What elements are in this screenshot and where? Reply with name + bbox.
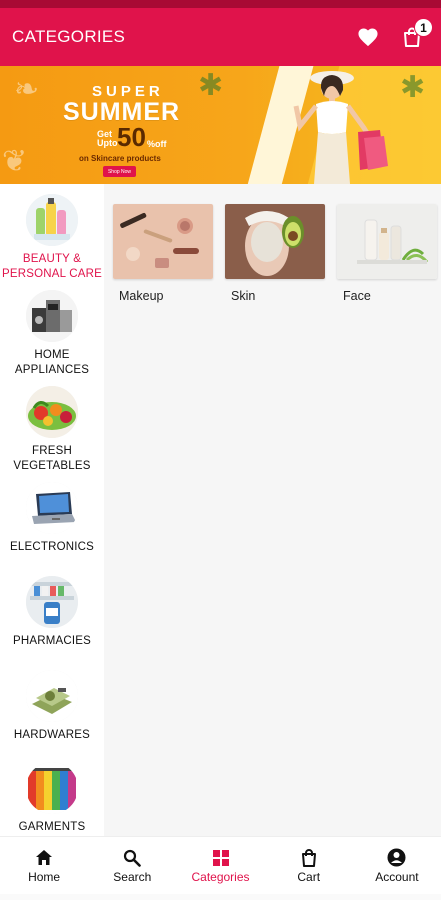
subcategory-label: Face xyxy=(343,289,371,303)
category-label: HOME APPLIANCES xyxy=(14,349,90,376)
system-gesture-area xyxy=(0,894,441,900)
category-item-hardwares[interactable]: HARDWARES xyxy=(0,670,104,743)
banner-get-text: Get Upto xyxy=(97,130,118,148)
hardware-icon xyxy=(26,670,78,722)
face-image xyxy=(337,204,437,279)
laptop-icon xyxy=(26,482,78,534)
cart-icon xyxy=(298,848,320,868)
category-item-beauty[interactable]: BEAUTY & PERSONAL CARE xyxy=(0,194,104,282)
leaf-decoration-icon: ❧ xyxy=(14,73,40,106)
category-sidebar: BEAUTY & PERSONAL CARE HOME APPLIANCES F… xyxy=(0,184,104,836)
bottom-navigation: Home Search Categories Cart Account xyxy=(0,836,441,894)
makeup-image xyxy=(113,204,213,279)
category-label: PHARMACIES xyxy=(12,635,92,647)
category-label: BEAUTY & PERSONAL CARE xyxy=(2,253,102,280)
promo-banner[interactable]: ❧ ❦ ✱ ✱ SUPER SUMMER Get Upto 50 %off on… xyxy=(0,66,441,184)
category-label: HARDWARES xyxy=(13,729,91,741)
leaf-decoration-icon: ❦ xyxy=(2,145,28,178)
home-icon xyxy=(33,848,55,868)
subcategory-skin[interactable]: Skin xyxy=(225,204,325,303)
status-bar-strip xyxy=(0,0,441,8)
garments-icon xyxy=(26,762,78,814)
heart-icon xyxy=(358,28,378,47)
category-item-fresh-vegetables[interactable]: FRESH VEGETABLES xyxy=(0,386,104,474)
banner-skincare-text: on Skincare products xyxy=(79,154,161,163)
nav-label: Categories xyxy=(191,869,250,884)
home-appliances-icon xyxy=(26,290,78,342)
page-title: CATEGORIES xyxy=(12,27,126,46)
pharmacy-icon xyxy=(26,576,78,628)
category-label: ELECTRONICS xyxy=(10,541,94,553)
category-item-home-appliances[interactable]: HOME APPLIANCES xyxy=(0,290,104,378)
nav-search[interactable]: Search xyxy=(88,837,176,894)
nav-categories[interactable]: Categories xyxy=(176,837,264,894)
beauty-products-icon xyxy=(26,194,78,246)
subcategory-panel: Makeup Skin Face xyxy=(104,184,441,836)
palm-leaf-icon: ✱ xyxy=(400,71,426,104)
search-icon xyxy=(121,848,143,868)
banner-off-text: %off xyxy=(147,139,167,149)
nav-label: Account xyxy=(375,869,419,884)
category-label: FRESH VEGETABLES xyxy=(13,445,91,472)
category-item-electronics[interactable]: ELECTRONICS xyxy=(0,482,104,555)
vegetables-icon xyxy=(26,386,78,438)
palm-leaf-icon: ✱ xyxy=(198,69,224,102)
subcategory-makeup[interactable]: Makeup xyxy=(113,204,213,303)
wishlist-button[interactable] xyxy=(351,20,385,54)
banner-model-image xyxy=(293,71,388,184)
skin-image xyxy=(225,204,325,279)
subcategory-label: Skin xyxy=(231,289,256,303)
category-label: GARMENTS xyxy=(18,821,86,833)
banner-upto-line: Upto xyxy=(97,138,118,148)
subcategory-face[interactable]: Face xyxy=(337,204,437,303)
nav-label: Cart xyxy=(297,869,321,884)
category-item-pharmacies[interactable]: PHARMACIES xyxy=(0,576,104,649)
cart-count-badge: 1 xyxy=(414,18,433,37)
app-bar: CATEGORIES 1 xyxy=(0,8,441,66)
subcategory-label: Makeup xyxy=(119,289,164,303)
category-item-garments[interactable]: GARMENTS xyxy=(0,762,104,835)
nav-label: Home xyxy=(28,869,61,884)
categories-icon xyxy=(210,848,232,868)
account-icon xyxy=(386,848,408,868)
cart-top-button[interactable]: 1 xyxy=(395,18,433,54)
nav-cart[interactable]: Cart xyxy=(265,837,353,894)
banner-shop-button[interactable]: Shop Now xyxy=(103,166,136,177)
nav-home[interactable]: Home xyxy=(0,837,88,894)
nav-account[interactable]: Account xyxy=(353,837,441,894)
banner-discount-value: 50 xyxy=(117,122,146,152)
nav-label: Search xyxy=(113,869,152,884)
